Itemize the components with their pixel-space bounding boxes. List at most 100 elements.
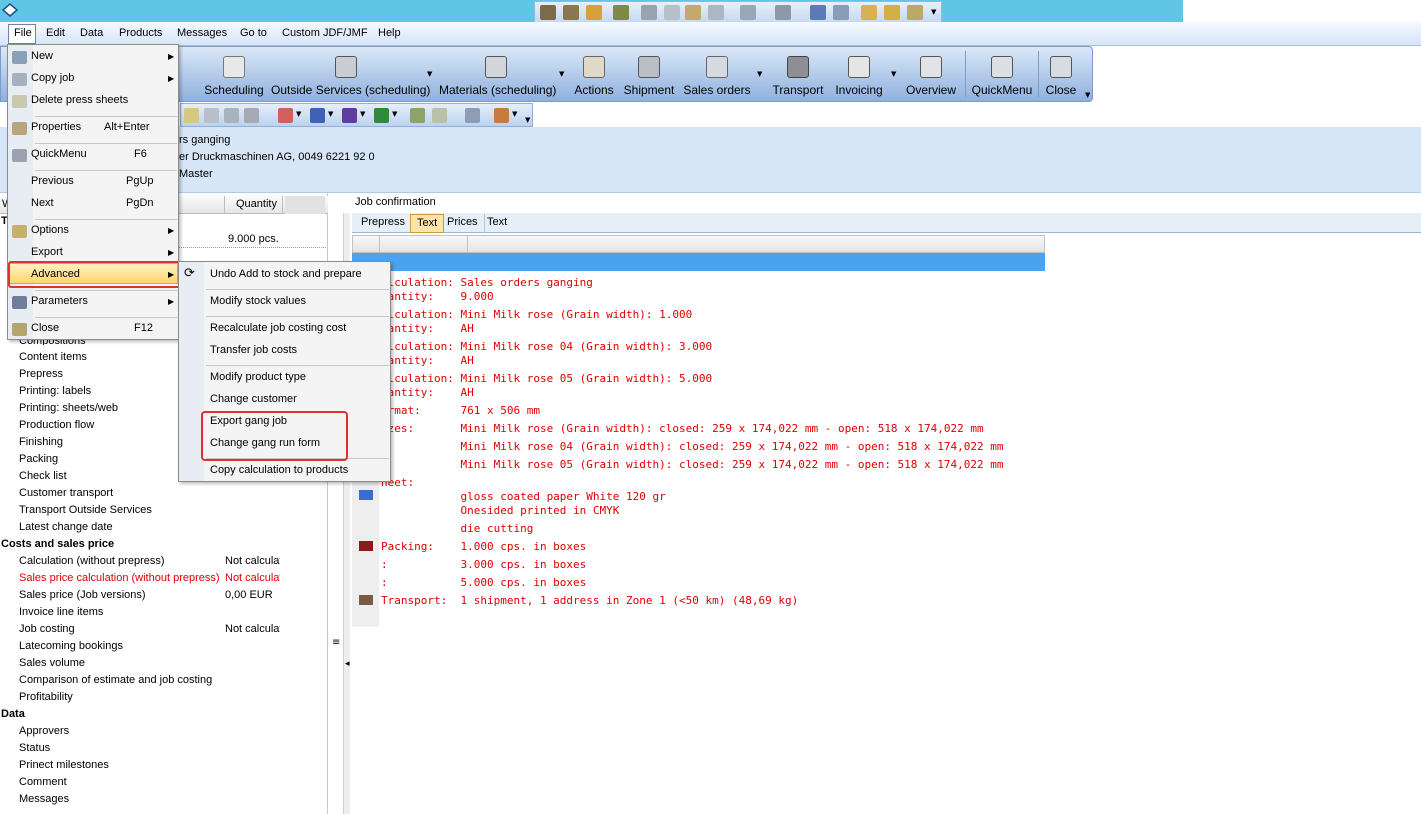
toolbar-shipment[interactable]: Shipment	[623, 47, 675, 101]
grid-selected-row[interactable]	[352, 253, 1045, 271]
tree-item-packing[interactable]: Packing	[19, 453, 58, 465]
chart-icon[interactable]	[432, 108, 447, 123]
mail-icon[interactable]	[184, 108, 199, 123]
menu-goto[interactable]: Go to	[240, 27, 267, 39]
tree-item-messages[interactable]: Messages	[19, 793, 69, 805]
toolbar-close[interactable]: Close	[1041, 47, 1081, 101]
toolbar-transport[interactable]: Transport	[769, 47, 827, 101]
tree-item-transport-outside-services[interactable]: Transport Outside Services	[19, 504, 152, 516]
splitter-grip-icon[interactable]: ≡	[332, 637, 340, 648]
tools-icon[interactable]	[204, 108, 219, 123]
label-icon[interactable]	[342, 108, 357, 123]
tree-item-latest-change-date[interactable]: Latest change date	[19, 521, 113, 533]
tree-item-printing-labels[interactable]: Printing: labels	[19, 385, 91, 397]
word-dropdown-icon[interactable]: ▼	[328, 110, 333, 118]
tab-text[interactable]: Text	[481, 214, 513, 233]
tree-item-comment[interactable]: Comment	[19, 776, 67, 788]
tree-item-sales-price-job-versions[interactable]: Sales price (Job versions)	[19, 589, 146, 601]
tree-item-check-list[interactable]: Check list	[19, 470, 67, 482]
menu-custom-jdf[interactable]: Custom JDF/JMF	[282, 27, 368, 39]
calculator-icon[interactable]	[613, 5, 629, 20]
help-icon[interactable]	[884, 5, 900, 20]
gear-icon[interactable]	[685, 5, 701, 20]
note-icon[interactable]	[641, 5, 657, 20]
book-icon[interactable]	[833, 5, 849, 20]
file-menu-quickmenu[interactable]: QuickMenu	[31, 148, 87, 160]
tree-item-sales-price-calculation-without-prepress[interactable]: Sales price calculation (without prepres…	[19, 572, 220, 584]
tree-item-sales-volume[interactable]: Sales volume	[19, 657, 85, 669]
toolbar-materials[interactable]: Materials (scheduling)	[439, 47, 556, 101]
toolbar-overflow-icon[interactable]: ▼	[1085, 91, 1090, 99]
advanced-menu-transfer-job-costs[interactable]: Transfer job costs	[210, 344, 297, 356]
tree-item-job-costing[interactable]: Job costing	[19, 623, 75, 635]
tree-item-invoice-line-items[interactable]: Invoice line items	[19, 606, 103, 618]
excel-icon[interactable]	[374, 108, 389, 123]
file-menu-new[interactable]: New	[31, 50, 53, 62]
toolbar-quickmenu[interactable]: QuickMenu	[971, 47, 1033, 101]
toolbar2-overflow-icon[interactable]: ▼	[525, 116, 530, 124]
printer-icon[interactable]	[244, 108, 259, 123]
tab-prepress[interactable]: Prepress	[355, 214, 413, 233]
menu-messages[interactable]: Messages	[177, 27, 227, 39]
excel-dropdown-icon[interactable]: ▼	[392, 110, 397, 118]
tree-item-prepress[interactable]: Prepress	[19, 368, 63, 380]
outside-services-dropdown-icon[interactable]: ▼	[427, 70, 432, 78]
pdf-icon[interactable]	[278, 108, 293, 123]
advanced-menu-modify-product-type[interactable]: Modify product type	[210, 371, 306, 383]
pdf-dropdown-icon[interactable]: ▼	[296, 110, 301, 118]
toolbar-actions[interactable]: Actions	[571, 47, 617, 101]
tree-item-calculation-without-prepress[interactable]: Calculation (without prepress)	[19, 555, 165, 567]
user-group-icon[interactable]	[563, 5, 579, 20]
tab-text-active[interactable]: Text	[410, 214, 445, 233]
file-menu-delete-press-sheets[interactable]: Delete press sheets	[31, 94, 128, 106]
copy-icon[interactable]	[224, 108, 239, 123]
file-menu-close[interactable]: Close	[31, 322, 59, 334]
advanced-menu-copy-calculation-to-products[interactable]: Copy calculation to products	[210, 464, 348, 476]
toolbar-invoicing[interactable]: Invoicing	[833, 47, 885, 101]
toolbar-sales-orders[interactable]: Sales orders	[683, 47, 751, 101]
menu-products[interactable]: Products	[119, 27, 162, 39]
tree-item-comparison-of-estimate-and-job-costing[interactable]: Comparison of estimate and job costing	[19, 674, 212, 686]
file-menu-export[interactable]: Export	[31, 246, 63, 258]
toolbar-overview[interactable]: Overview	[903, 47, 959, 101]
open-folder-icon[interactable]	[861, 5, 877, 20]
quickbar-overflow-icon[interactable]: ▼	[931, 8, 936, 16]
tree-item-customer-transport[interactable]: Customer transport	[19, 487, 113, 499]
tab-prices[interactable]: Prices	[441, 214, 485, 233]
label-dropdown-icon[interactable]: ▼	[360, 110, 365, 118]
materials-dropdown-icon[interactable]: ▼	[559, 70, 564, 78]
menu-edit[interactable]: Edit	[46, 27, 65, 39]
advanced-menu-modify-stock-values[interactable]: Modify stock values	[210, 295, 306, 307]
tree-item-printing-sheets-web[interactable]: Printing: sheets/web	[19, 402, 118, 414]
exit-icon[interactable]	[907, 5, 923, 20]
sales-orders-dropdown-icon[interactable]: ▼	[757, 70, 762, 78]
file-menu-copy-job[interactable]: Copy job	[31, 72, 74, 84]
collapse-left-icon[interactable]: ◂	[345, 659, 350, 669]
column-header-quantity[interactable]: Quantity	[236, 198, 277, 210]
cart-icon[interactable]	[810, 5, 826, 20]
document-dropdown-icon[interactable]: ▼	[512, 110, 517, 118]
print-icon[interactable]	[740, 5, 756, 20]
invoicing-dropdown-icon[interactable]: ▼	[891, 70, 896, 78]
document-icon[interactable]	[494, 108, 509, 123]
tree-item-content-items[interactable]: Content items	[19, 351, 87, 363]
cube-icon[interactable]	[465, 108, 480, 123]
tree-item-finishing[interactable]: Finishing	[19, 436, 63, 448]
stack-icon[interactable]	[708, 5, 724, 20]
file-menu-advanced[interactable]: Advanced	[31, 268, 80, 280]
file-menu-parameters[interactable]: Parameters	[31, 295, 88, 307]
tree-item-status[interactable]: Status	[19, 742, 50, 754]
user-icon[interactable]	[540, 5, 556, 20]
tree-item-production-flow[interactable]: Production flow	[19, 419, 94, 431]
advanced-menu-change-customer[interactable]: Change customer	[210, 393, 297, 405]
file-menu-properties[interactable]: Properties	[31, 121, 81, 133]
grid-icon[interactable]	[664, 5, 680, 20]
toolbar-scheduling[interactable]: Scheduling	[201, 47, 267, 101]
tree-item-profitability[interactable]: Profitability	[19, 691, 73, 703]
box-icon[interactable]	[775, 5, 791, 20]
advanced-menu-recalculate-job-costing-cost[interactable]: Recalculate job costing cost	[210, 322, 346, 334]
menu-help[interactable]: Help	[378, 27, 401, 39]
toolbar-outside-services[interactable]: Outside Services (scheduling)	[271, 47, 430, 101]
word-icon[interactable]	[310, 108, 325, 123]
file-menu-next[interactable]: Next	[31, 197, 54, 209]
